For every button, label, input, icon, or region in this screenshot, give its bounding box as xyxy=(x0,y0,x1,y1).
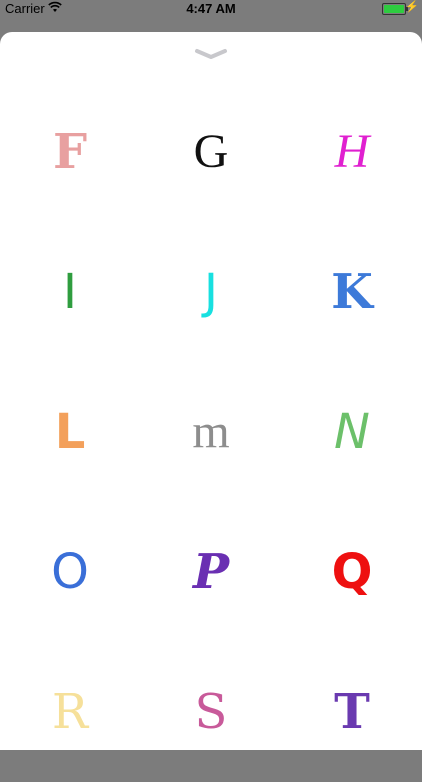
letter-cell-q[interactable]: Q xyxy=(282,502,422,642)
status-time: 4:47 AM xyxy=(186,1,236,16)
letter-cell-m[interactable]: m xyxy=(141,362,281,502)
letter-glyph: S xyxy=(194,684,228,740)
letter-cell-p[interactable]: P xyxy=(141,502,281,642)
letter-glyph: H xyxy=(334,125,370,178)
letter-cell-n[interactable]: N xyxy=(282,362,422,502)
letter-glyph: N xyxy=(334,404,370,460)
letter-cell-h[interactable]: H xyxy=(282,82,422,222)
letter-glyph: R xyxy=(51,684,89,740)
letter-glyph: F xyxy=(52,124,88,180)
letter-cell-s[interactable]: S xyxy=(141,642,281,782)
letter-glyph: K xyxy=(331,264,373,320)
battery-icon xyxy=(382,3,408,15)
letter-glyph: I xyxy=(62,264,78,320)
letter-glyph: P xyxy=(192,544,230,600)
letter-cell-t[interactable]: T xyxy=(282,642,422,782)
letter-sheet: F G H I J K Lm N O P Q R S T xyxy=(0,32,422,750)
letter-glyph: J xyxy=(203,264,219,320)
status-bar: Carrier 4:47 AM ⚡ xyxy=(0,0,422,18)
letter-glyph: L xyxy=(54,404,86,460)
letter-cell-i[interactable]: I xyxy=(0,222,140,362)
letter-cell-r[interactable]: R xyxy=(0,642,140,782)
letter-cell-k[interactable]: K xyxy=(282,222,422,362)
letter-cell-l[interactable]: L xyxy=(0,362,140,502)
letter-glyph: Q xyxy=(331,544,373,600)
letter-cell-o[interactable]: O xyxy=(0,502,140,642)
letter-glyph: m xyxy=(192,405,230,458)
letter-cell-g[interactable]: G xyxy=(141,82,281,222)
letter-glyph: T xyxy=(334,684,370,740)
letter-glyph: O xyxy=(51,544,89,600)
chevron-down-icon[interactable] xyxy=(194,45,228,63)
charging-icon: ⚡ xyxy=(405,1,419,13)
letter-cell-j[interactable]: J xyxy=(141,222,281,362)
letter-cell-f[interactable]: F xyxy=(0,82,140,222)
letter-glyph: G xyxy=(193,125,229,178)
